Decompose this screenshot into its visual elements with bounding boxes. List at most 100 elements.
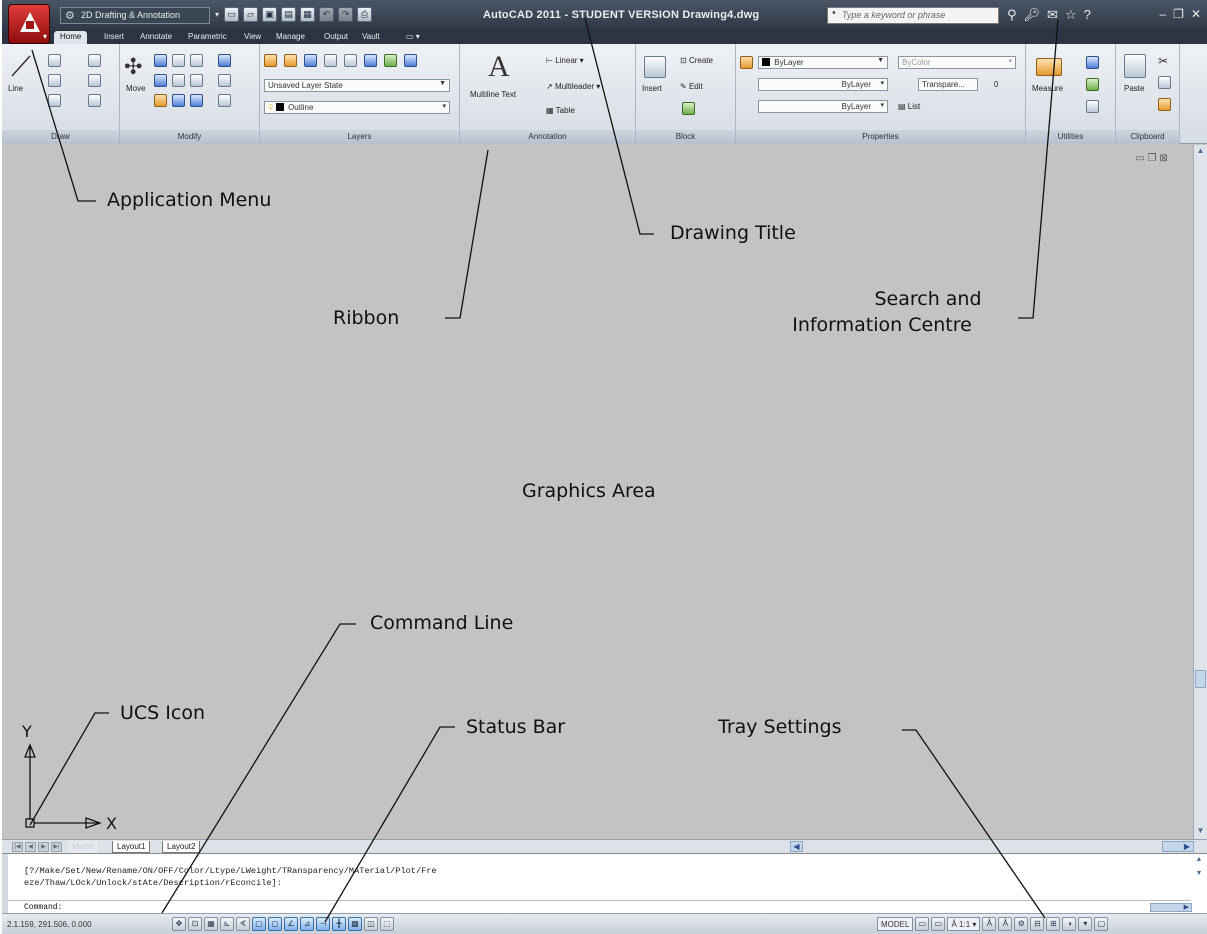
next-tab-icon[interactable]: ▶	[38, 842, 49, 852]
panel-title-annotation[interactable]: Annotation	[460, 130, 635, 144]
mirror-icon[interactable]	[154, 74, 167, 87]
auto-scale-icon[interactable]: Å	[998, 917, 1013, 931]
offset-icon[interactable]	[172, 94, 185, 107]
layer-off-icon[interactable]	[324, 54, 337, 67]
arc-icon[interactable]	[88, 54, 101, 67]
close-icon[interactable]: ✕	[1191, 7, 1201, 21]
isolate-objects-icon[interactable]: ◑	[1062, 917, 1077, 931]
hatch-icon[interactable]	[88, 94, 101, 107]
application-menu-button[interactable]: ▾	[8, 4, 50, 44]
panel-title-block[interactable]: Block	[636, 130, 735, 144]
first-tab-icon[interactable]: |◀	[12, 842, 23, 852]
paste-label[interactable]: Paste	[1124, 84, 1144, 93]
copy-icon[interactable]	[154, 54, 167, 67]
tab-view[interactable]: View	[238, 31, 267, 44]
tab-vault[interactable]: Vault	[356, 31, 386, 44]
transparency-field[interactable]: Transpare...	[918, 78, 978, 91]
circle-icon[interactable]	[48, 74, 61, 87]
close-drawing-icon[interactable]: ⊠	[1159, 153, 1167, 164]
ellipse-icon[interactable]	[48, 94, 61, 107]
workspace-switching-icon[interactable]: ⚙	[1014, 917, 1029, 931]
lineweight-select[interactable]: ByLayer ▾	[758, 78, 888, 91]
command-scrollbar[interactable]: ▲ ▼	[1193, 856, 1205, 912]
plot-icon[interactable]: ▦	[300, 7, 315, 22]
linear-dimension-button[interactable]: ⊢ Linear ▾	[546, 56, 584, 65]
panel-title-clipboard[interactable]: Clipboard	[1116, 130, 1179, 144]
tab-annotate[interactable]: Annotate	[134, 31, 178, 44]
insert-block-icon[interactable]	[644, 56, 666, 78]
scale-icon[interactable]	[190, 94, 203, 107]
print-icon[interactable]: ⎙	[357, 7, 372, 22]
layer-isolate-icon[interactable]	[284, 54, 297, 67]
restore-viewport-icon[interactable]: ❐	[1147, 153, 1156, 164]
tab-layout2[interactable]: Layout2	[162, 841, 201, 853]
quick-view-layouts-icon[interactable]: ▭	[915, 917, 930, 931]
save-icon[interactable]: ▣	[262, 7, 277, 22]
subscription-key-icon[interactable]: 🔑︎	[1024, 5, 1041, 25]
rectangle-icon[interactable]	[88, 74, 101, 87]
polyline-icon[interactable]	[48, 54, 61, 67]
list-button[interactable]: ▤ List	[898, 102, 920, 111]
quick-properties-icon[interactable]: ◫	[364, 917, 378, 931]
panel-title-draw[interactable]: Draw	[2, 130, 119, 144]
object-snap-tracking-icon[interactable]: ∠	[284, 917, 298, 931]
measure-icon[interactable]	[1036, 58, 1062, 76]
infer-constraints-icon[interactable]: ✥	[172, 917, 186, 931]
erase-icon[interactable]	[154, 94, 167, 107]
workspace-switcher[interactable]: ⚙ 2D Drafting & Annotation ▾	[60, 7, 219, 24]
chamfer-icon[interactable]	[218, 94, 231, 107]
tab-output[interactable]: Output	[318, 31, 354, 44]
favorites-star-icon[interactable]: ☆	[1065, 5, 1077, 25]
3d-osnap-icon[interactable]: ◻	[268, 917, 282, 931]
linetype-select[interactable]: ByLayer ▾	[758, 100, 888, 113]
multiline-text-label[interactable]: Multiline Text	[470, 90, 516, 99]
line-icon[interactable]	[10, 54, 32, 78]
multiline-text-icon[interactable]: A	[488, 50, 510, 84]
fillet-icon[interactable]	[172, 74, 185, 87]
minimize-icon[interactable]: –	[1159, 7, 1166, 21]
prev-tab-icon[interactable]: ◀	[25, 842, 36, 852]
explode-icon[interactable]	[218, 74, 231, 87]
model-space-toggle[interactable]: MODEL	[877, 917, 914, 931]
layer-lock-icon[interactable]	[404, 54, 417, 67]
scroll-left-icon[interactable]: ◀	[790, 841, 803, 852]
tab-parametric[interactable]: Parametric	[182, 31, 233, 44]
layer-match-icon[interactable]	[344, 54, 357, 67]
cut-icon[interactable]: ✂	[1158, 54, 1168, 68]
hardware-acceleration-icon[interactable]: ⊞	[1046, 917, 1061, 931]
copy-clip-icon[interactable]	[1158, 76, 1171, 89]
ribbon-minimize-toggle[interactable]: ▭ ▾	[400, 31, 426, 44]
layer-properties-icon[interactable]	[264, 54, 277, 67]
create-block-button[interactable]: ⊡ Create	[680, 56, 713, 65]
dynamic-input-icon[interactable]: ⊣	[316, 917, 330, 931]
select-all-icon[interactable]	[1086, 78, 1099, 91]
match-properties-icon[interactable]	[740, 56, 753, 69]
polar-tracking-icon[interactable]: ∢	[236, 917, 250, 931]
measure-label[interactable]: Measure	[1032, 84, 1063, 93]
scroll-up-icon[interactable]: ▲	[1193, 856, 1205, 870]
binoculars-icon[interactable]: ⚲	[1007, 5, 1017, 25]
color-select[interactable]: ByLayer ▼	[758, 56, 888, 69]
annotation-visibility-icon[interactable]: Å	[982, 917, 997, 931]
layer-previous-icon[interactable]	[364, 54, 377, 67]
undo-icon[interactable]: ↶	[319, 7, 334, 22]
dynamic-ucs-icon[interactable]: ⊿	[300, 917, 314, 931]
quick-select-icon[interactable]	[1086, 56, 1099, 69]
snap-mode-icon[interactable]: ⊡	[188, 917, 202, 931]
layer-freeze-icon[interactable]	[304, 54, 317, 67]
transparency-value[interactable]: 0	[994, 80, 998, 89]
lineweight-icon[interactable]: ╋	[332, 917, 346, 931]
plot-style-select[interactable]: ByColor ▾	[898, 56, 1016, 69]
quick-view-drawings-icon[interactable]: ▭	[931, 917, 946, 931]
insert-label[interactable]: Insert	[642, 84, 662, 93]
toolbar-lock-icon[interactable]: ⊟	[1030, 917, 1045, 931]
vertical-scrollbar[interactable]: ▲ ▼	[1193, 145, 1207, 839]
help-icon[interactable]: ?	[1084, 5, 1091, 25]
selection-cycling-icon[interactable]: ⬚	[380, 917, 394, 931]
current-layer-select[interactable]: 💡︎ Outline ▾	[264, 101, 450, 114]
scroll-up-icon[interactable]: ▲	[1195, 146, 1206, 158]
command-hscroll[interactable]: ▶	[1150, 903, 1192, 912]
last-tab-icon[interactable]: ▶|	[51, 842, 62, 852]
search-input[interactable]: • Type a keyword or phrase	[827, 7, 999, 24]
paste-icon[interactable]	[1124, 54, 1146, 78]
